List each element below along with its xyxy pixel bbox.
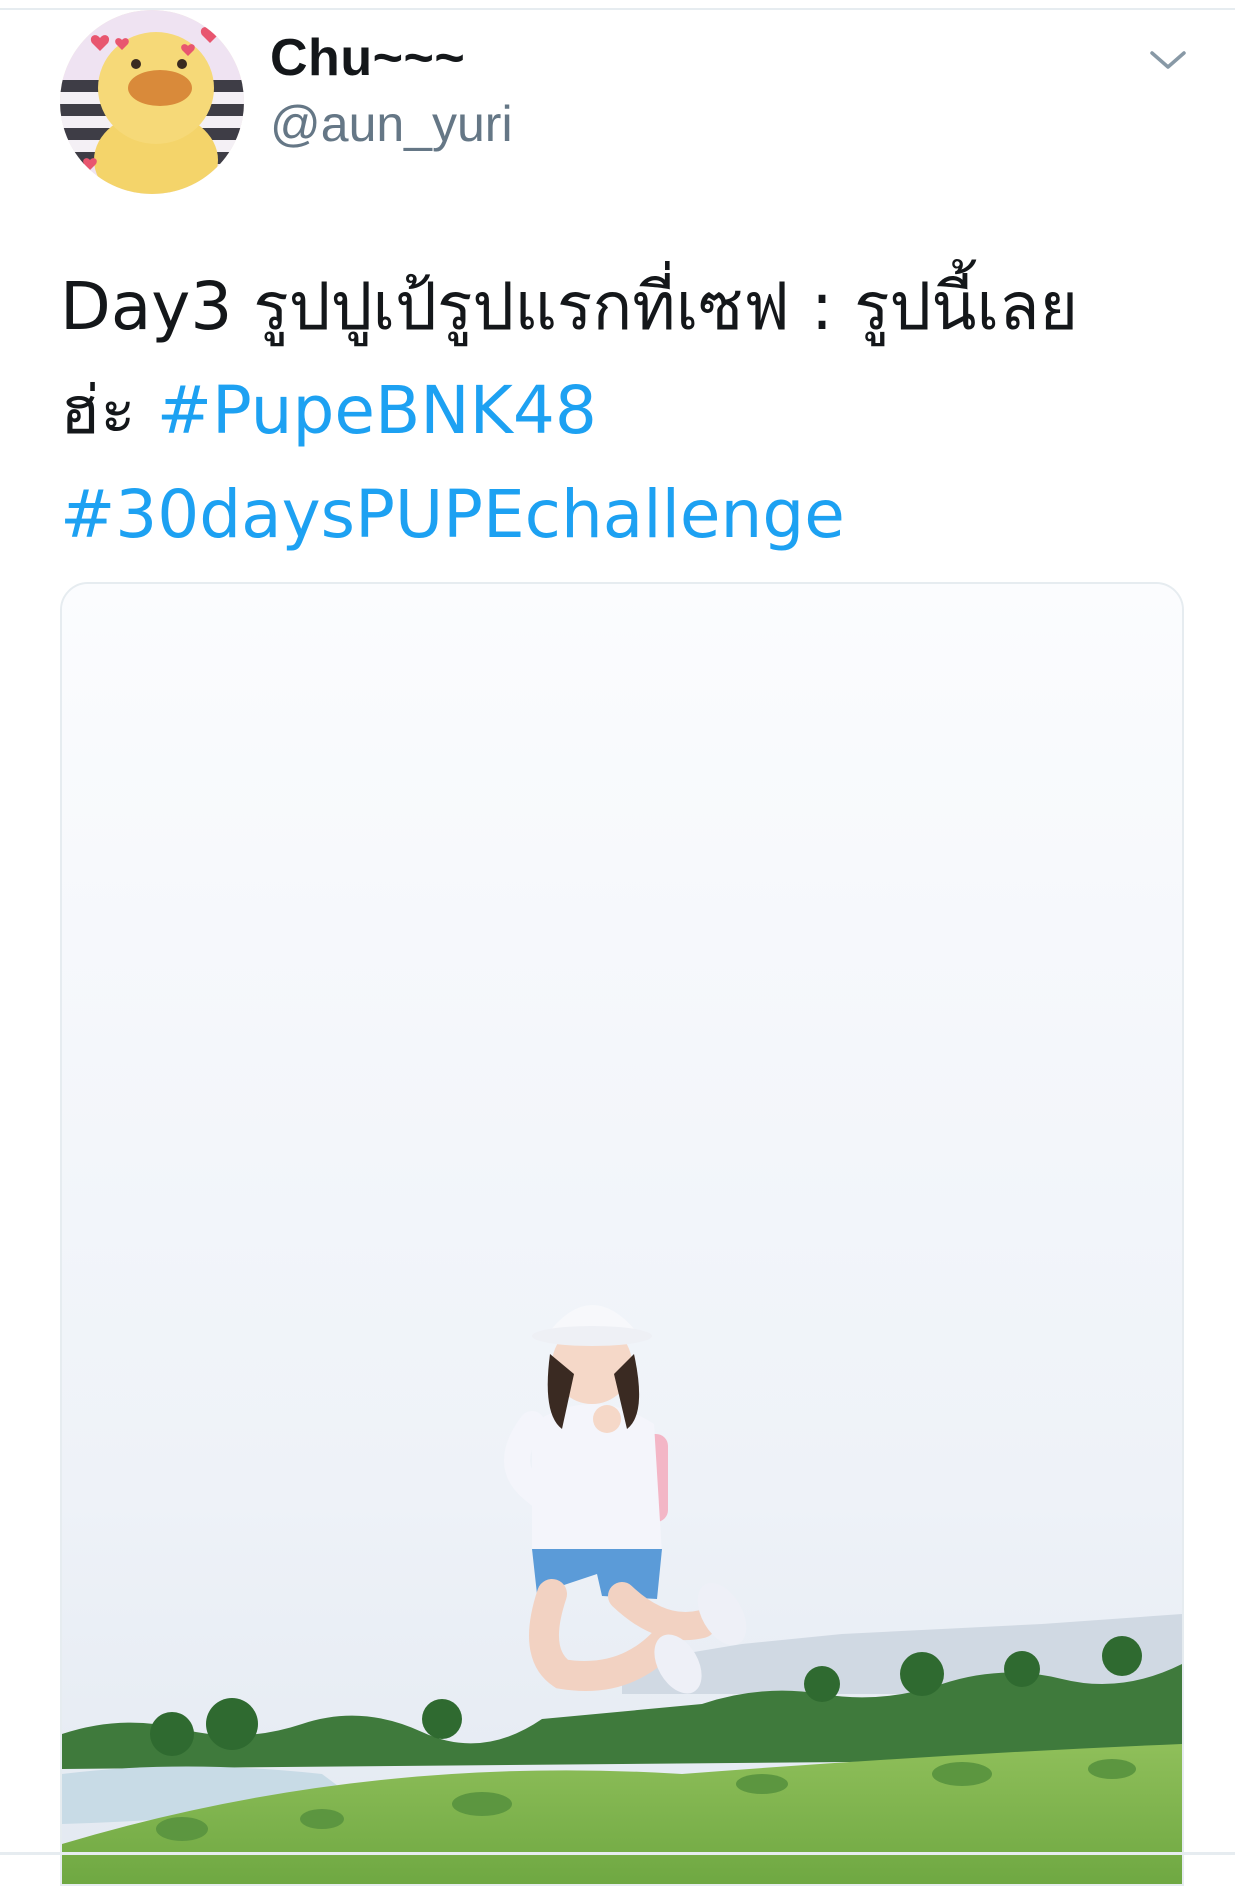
tweet-media-image[interactable] — [60, 582, 1184, 1886]
author-avatar[interactable] — [60, 10, 244, 194]
author-display-name[interactable]: Chu~~~ — [270, 28, 465, 88]
plush-duck-avatar-icon — [60, 10, 244, 194]
hashtag-pupebnk48-link[interactable]: #PupeBNK48 — [157, 372, 597, 449]
chevron-down-icon — [1150, 51, 1186, 69]
bottom-divider — [0, 1852, 1235, 1855]
tweet-text: Day3 รูปปูเป้รูปแรกที่เซฟ : รูปนี้เลย ฮ่… — [60, 255, 1180, 567]
tweet-text-prefix: ฮ่ะ — [60, 372, 157, 449]
hashtag-30dayspupechallenge-link[interactable]: #30daysPUPEchallenge — [60, 463, 1180, 567]
tweet-text-line-2: ฮ่ะ #PupeBNK48 — [60, 359, 1180, 463]
photo-girl-jumping-on-hill-icon — [62, 584, 1182, 1884]
tweet-menu-button[interactable] — [1148, 45, 1188, 75]
top-divider — [0, 8, 1235, 10]
author-username[interactable]: @aun_yuri — [270, 95, 513, 153]
tweet-text-line-1: Day3 รูปปูเป้รูปแรกที่เซฟ : รูปนี้เลย — [60, 268, 1079, 345]
